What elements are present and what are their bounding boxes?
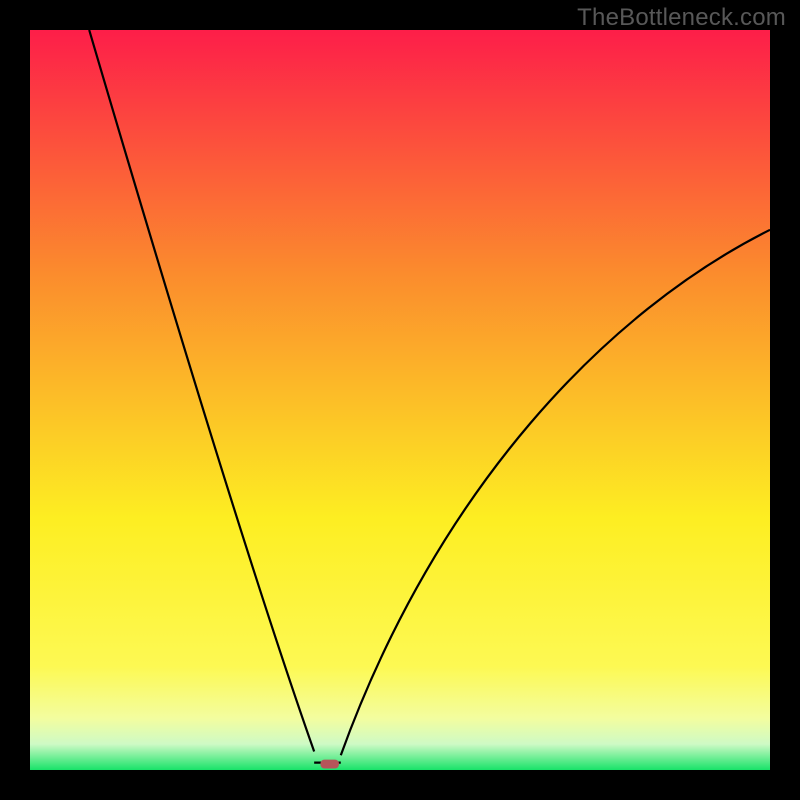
gradient-background — [30, 30, 770, 770]
chart-frame: TheBottleneck.com — [0, 0, 800, 800]
watermark-text: TheBottleneck.com — [577, 4, 786, 32]
chart-svg — [30, 30, 770, 770]
optimum-marker — [320, 760, 339, 769]
plot-area — [30, 30, 770, 770]
